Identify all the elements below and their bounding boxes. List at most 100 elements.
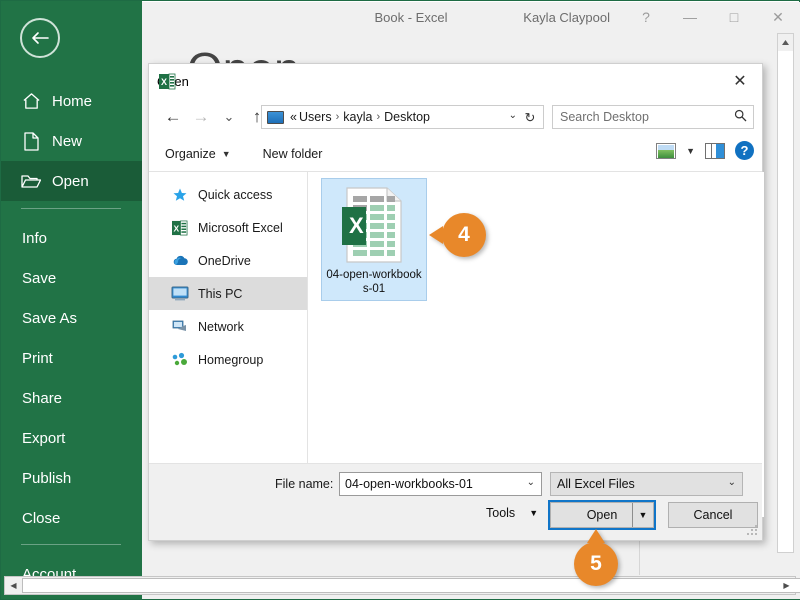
sidebar-item-open[interactable]: Open [1,161,142,201]
tree-item-label: Microsoft Excel [198,220,283,235]
chevron-down-icon[interactable]: ▼ [686,146,695,156]
account-name[interactable]: Kayla Claypool [523,2,610,32]
sidebar-item-share[interactable]: Share [1,378,142,418]
preview-pane-icon[interactable] [705,142,725,159]
search-placeholder: Search Desktop [560,110,649,124]
sidebar-divider-2 [21,544,121,545]
minimize-button[interactable]: — [668,2,712,32]
file-name-input[interactable]: 04-open-workbooks-01 ⌄ [339,472,542,496]
view-controls: ▼ ? [656,141,754,160]
back-arrow-icon [32,32,49,44]
horizontal-scrollbar[interactable]: ◀ ▶ [4,576,800,595]
sidebar-item-save[interactable]: Save [1,258,142,298]
maximize-button[interactable]: □ [712,2,756,32]
sidebar-item-export[interactable]: Export [1,418,142,458]
tree-item-quick-access[interactable]: Quick access [149,178,307,211]
sidebar-item-label: New [52,132,83,150]
organize-button[interactable]: Organize ▼ [158,141,238,167]
sidebar-item-home[interactable]: Home [1,81,142,121]
dialog-command-bar: Organize ▼ New folder ▼ ? [149,136,762,172]
breadcrumb-separator: › [376,111,381,123]
search-input[interactable]: Search Desktop [552,105,754,129]
tree-item-homegroup[interactable]: Homegroup [149,343,307,376]
new-folder-button[interactable]: New folder [256,141,330,167]
horizontal-scroll-thumb[interactable] [22,578,800,593]
file-item-selected[interactable]: X 04-open-workbooks-01 [321,178,427,301]
callout-number: 4 [458,223,470,246]
star-icon [171,186,189,204]
tools-button[interactable]: Tools ▼ [486,506,538,520]
sidebar-item-label: Export [22,429,66,447]
sidebar-item-label: Publish [22,469,72,487]
breadcrumb-kayla[interactable]: kayla [343,110,372,124]
dialog-address-bar: ← → ⌄ ↑ « Users › kayla › Desktop ⌄ ↻ Se… [149,98,762,136]
dialog-close-button[interactable]: ✕ [718,64,762,98]
sidebar-item-print[interactable]: Print [1,338,142,378]
tree-item-this-pc[interactable]: This PC [149,277,307,310]
homegroup-icon [171,351,189,369]
view-layout-icon[interactable] [656,142,677,159]
network-icon [171,318,189,336]
help-icon[interactable]: ? [735,141,754,160]
open-button[interactable]: Open ▼ [548,500,656,530]
organize-label: Organize [165,146,216,161]
new-folder-label: New folder [262,146,323,161]
vertical-scrollbar[interactable] [777,33,794,553]
tree-item-label: Network [198,319,244,334]
sidebar-item-save-as[interactable]: Save As [1,298,142,338]
chevron-down-icon[interactable]: ⌄ [509,110,517,121]
scroll-right-arrow-icon[interactable]: ▶ [778,577,795,594]
resize-grip[interactable] [747,525,758,536]
folder-open-icon [20,170,42,192]
tree-item-label: This PC [198,286,243,301]
address-breadcrumb-bar[interactable]: « Users › kayla › Desktop ⌄ ↻ [261,105,544,129]
refresh-icon[interactable]: ↻ [520,108,540,128]
this-pc-icon [267,110,284,124]
close-button[interactable]: ✕ [756,2,800,32]
file-name-label: 04-open-workbooks-01 [326,269,422,295]
tree-item-onedrive[interactable]: OneDrive [149,244,307,277]
sidebar-item-info[interactable]: Info [1,218,142,258]
sidebar-item-label: Open [52,172,89,190]
callout-tail-icon [587,529,605,543]
chevron-down-icon[interactable]: ⌄ [527,477,535,488]
breadcrumb-separator: › [335,111,340,123]
nav-forward-button: → [192,107,210,126]
tree-item-label: OneDrive [198,253,251,268]
breadcrumb-users[interactable]: Users [299,110,332,124]
sidebar-divider-1 [21,208,121,209]
nav-recent-locations-button[interactable]: ⌄ [215,102,243,132]
chevron-down-icon: ▼ [221,148,231,159]
chevron-down-icon[interactable]: ⌄ [728,477,736,488]
sidebar-item-label: Save As [22,309,78,327]
scroll-left-arrow-icon[interactable]: ◀ [5,577,22,594]
sidebar-item-new[interactable]: New [1,121,142,161]
scroll-up-arrow-icon[interactable] [778,34,793,51]
dialog-footer: File name: 04-open-workbooks-01 ⌄ All Ex… [149,463,762,540]
back-button[interactable] [20,18,60,58]
tree-item-network[interactable]: Network [149,310,307,343]
help-button[interactable]: ? [624,2,668,32]
sidebar-item-label: Share [22,389,63,407]
tree-item-microsoft-excel[interactable]: X Microsoft Excel [149,211,307,244]
cancel-button[interactable]: Cancel [668,502,758,528]
callout-number: 5 [590,552,602,575]
open-dropdown-arrow-icon[interactable]: ▼ [632,503,653,527]
sidebar-item-close[interactable]: Close [1,498,142,538]
sidebar-item-label: Print [22,349,53,367]
callout-step-5: 5 [574,529,618,586]
tree-item-label: Homegroup [198,352,264,367]
this-pc-icon [171,285,189,303]
sidebar-item-label: Close [22,509,61,527]
nav-back-button[interactable]: ← [159,102,187,132]
tree-item-label: Quick access [198,187,273,202]
breadcrumb-desktop[interactable]: Desktop [384,110,430,124]
file-name-field-label: File name: [275,477,334,491]
sidebar-item-label: Info [22,229,48,247]
sidebar-item-publish[interactable]: Publish [1,458,142,498]
svg-text:X: X [349,213,364,238]
breadcrumb-prefix: « [290,110,297,124]
excel-workbook-icon: X [341,187,407,263]
open-button-label: Open [586,508,618,522]
file-type-select[interactable]: All Excel Files ⌄ [550,472,743,496]
